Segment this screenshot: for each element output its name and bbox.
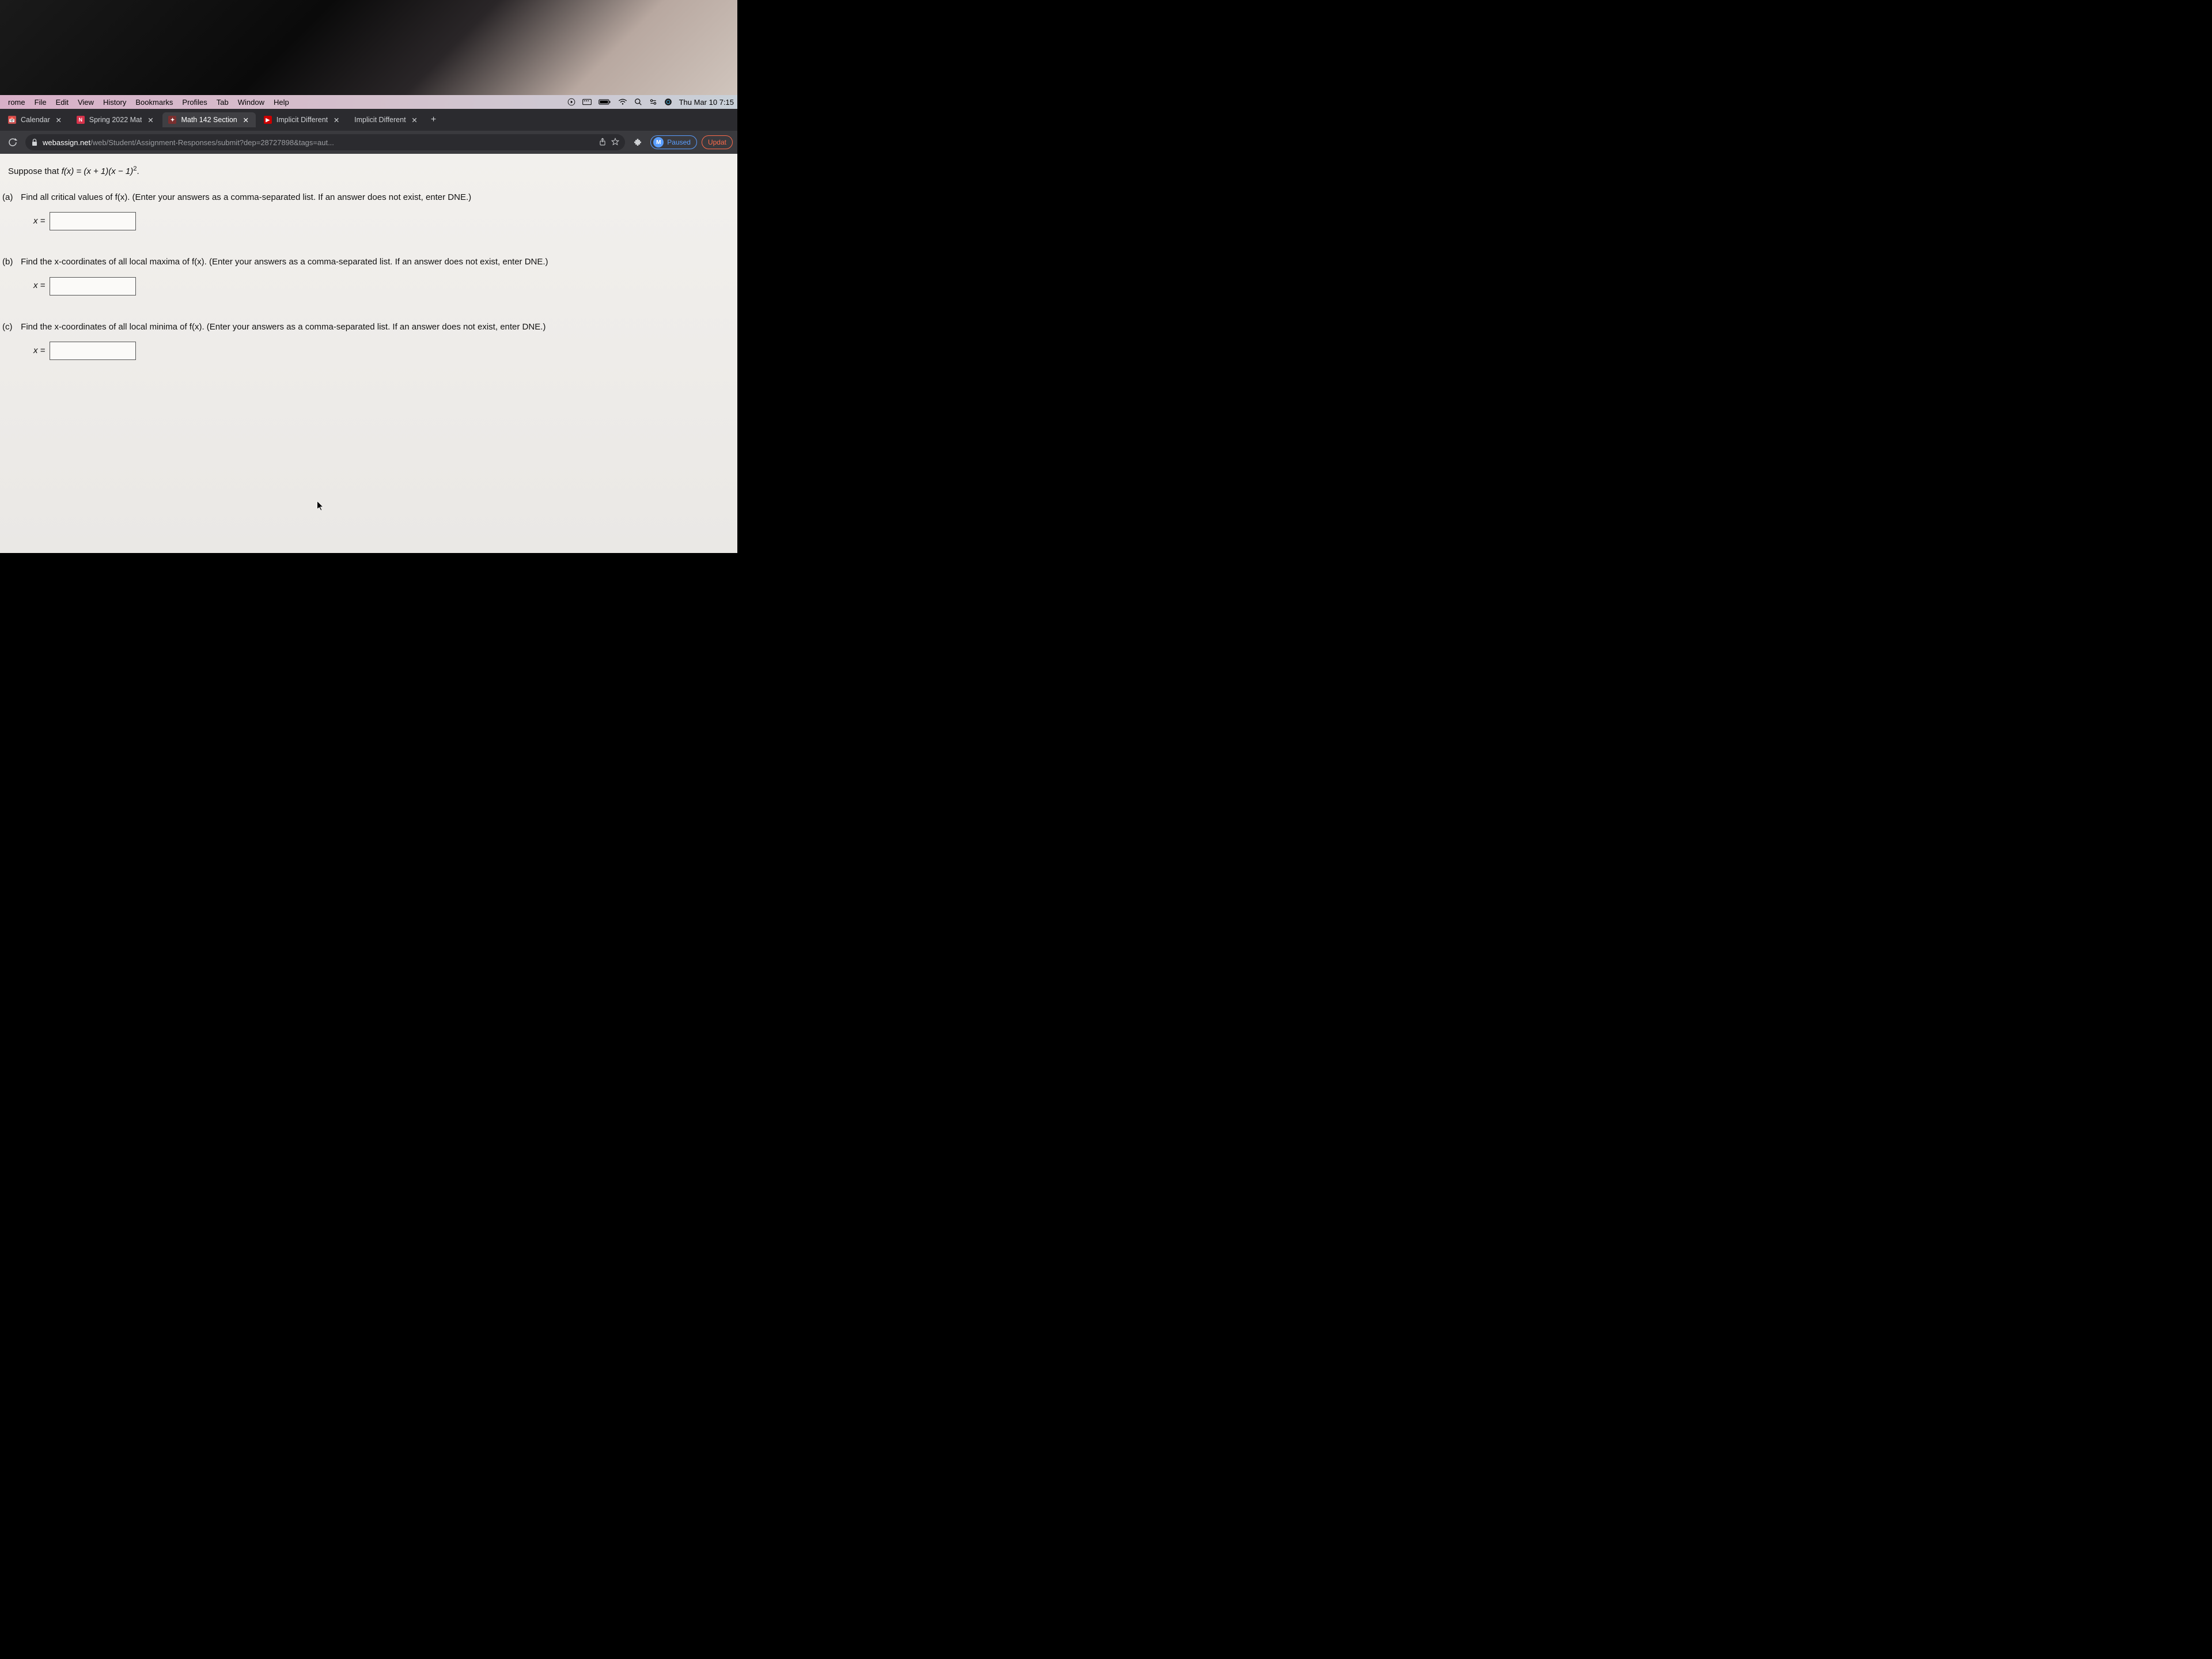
lock-icon bbox=[31, 138, 38, 146]
tab-close-icon[interactable]: ✕ bbox=[242, 116, 250, 124]
url-text: webassign.net/web/Student/Assignment-Res… bbox=[43, 138, 594, 147]
part-label: (b) bbox=[2, 256, 18, 269]
tab-spring-2022[interactable]: N Spring 2022 Mat ✕ bbox=[71, 112, 161, 127]
answer-input-c[interactable] bbox=[50, 342, 136, 360]
address-bar[interactable]: webassign.net/web/Student/Assignment-Res… bbox=[25, 134, 625, 150]
keyboard-input-icon[interactable] bbox=[579, 99, 595, 105]
battery-icon[interactable] bbox=[595, 99, 615, 105]
question-part-a: (a) Find all critical values of f(x). (E… bbox=[8, 191, 729, 231]
tab-close-icon[interactable]: ✕ bbox=[146, 116, 154, 124]
share-icon[interactable] bbox=[599, 138, 607, 147]
tab-title: Math 142 Section bbox=[181, 116, 237, 124]
tab-title: Implicit Different bbox=[354, 116, 406, 124]
answer-input-a[interactable] bbox=[50, 212, 136, 230]
tab-math-142[interactable]: ✦ Math 142 Section ✕ bbox=[162, 112, 255, 127]
part-label: (c) bbox=[2, 321, 18, 334]
menubar-profiles[interactable]: Profiles bbox=[177, 98, 211, 107]
profile-status: Paused bbox=[667, 138, 691, 146]
tab-title: Calendar bbox=[21, 116, 50, 124]
siri-icon[interactable] bbox=[661, 98, 676, 106]
question-part-b: (b) Find the x-coordinates of all local … bbox=[8, 256, 729, 296]
reload-button[interactable] bbox=[5, 134, 21, 150]
menubar-help[interactable]: Help bbox=[269, 98, 294, 107]
new-tab-button[interactable]: + bbox=[427, 113, 441, 127]
page-content: Suppose that f(x) = (x + 1)(x − 1)2. (a)… bbox=[0, 154, 737, 553]
favicon-calendar-icon: 📅 bbox=[8, 116, 16, 124]
tab-close-icon[interactable]: ✕ bbox=[332, 116, 340, 124]
tab-calendar[interactable]: 📅 Calendar ✕ bbox=[2, 112, 69, 127]
menubar-file[interactable]: File bbox=[30, 98, 51, 107]
profile-chip[interactable]: M Paused bbox=[650, 135, 697, 149]
now-playing-icon[interactable] bbox=[564, 98, 579, 106]
question-intro: Suppose that f(x) = (x + 1)(x − 1)2. bbox=[8, 164, 729, 179]
menubar-edit[interactable]: Edit bbox=[51, 98, 73, 107]
favicon-webassign-icon: ✦ bbox=[168, 116, 176, 124]
question-part-c: (c) Find the x-coordinates of all local … bbox=[8, 321, 729, 361]
tab-close-icon[interactable]: ✕ bbox=[411, 116, 419, 124]
profile-avatar: M bbox=[653, 137, 664, 147]
part-text: Find the x-coordinates of all local mini… bbox=[21, 322, 546, 332]
answer-label: x = bbox=[33, 344, 45, 358]
mouse-cursor-icon bbox=[317, 501, 325, 512]
part-text: Find all critical values of f(x). (Enter… bbox=[21, 192, 471, 202]
tab-close-icon[interactable]: ✕ bbox=[55, 116, 63, 124]
answer-label: x = bbox=[33, 279, 45, 293]
part-text: Find the x-coordinates of all local maxi… bbox=[21, 257, 548, 267]
favicon-n-icon: N bbox=[77, 116, 85, 124]
spotlight-icon[interactable] bbox=[631, 98, 646, 106]
menubar-view[interactable]: View bbox=[73, 98, 99, 107]
menubar-tab[interactable]: Tab bbox=[212, 98, 233, 107]
menubar-bookmarks[interactable]: Bookmarks bbox=[131, 98, 177, 107]
part-label: (a) bbox=[2, 191, 18, 204]
bookmark-star-icon[interactable] bbox=[611, 138, 619, 147]
wifi-icon[interactable] bbox=[615, 99, 631, 105]
browser-toolbar: webassign.net/web/Student/Assignment-Res… bbox=[0, 131, 737, 154]
menubar-history[interactable]: History bbox=[99, 98, 131, 107]
macos-menubar: rome File Edit View History Bookmarks Pr… bbox=[0, 95, 737, 109]
browser-tabstrip: 📅 Calendar ✕ N Spring 2022 Mat ✕ ✦ Math … bbox=[0, 109, 737, 131]
menubar-window[interactable]: Window bbox=[233, 98, 269, 107]
tab-title: Spring 2022 Mat bbox=[89, 116, 142, 124]
extensions-icon[interactable] bbox=[630, 134, 646, 150]
answer-label: x = bbox=[33, 215, 45, 228]
menubar-clock[interactable]: Thu Mar 10 7:15 bbox=[676, 98, 734, 107]
menubar-app-name[interactable]: rome bbox=[3, 98, 30, 107]
control-center-icon[interactable] bbox=[646, 98, 661, 106]
tab-implicit-differentiation-2[interactable]: Implicit Different ✕ bbox=[349, 112, 424, 127]
desktop-background bbox=[0, 0, 737, 95]
tab-title: Implicit Different bbox=[276, 116, 328, 124]
answer-input-b[interactable] bbox=[50, 277, 136, 296]
tab-implicit-differentiation-1[interactable]: ▶ Implicit Different ✕ bbox=[258, 112, 346, 127]
favicon-youtube-icon: ▶ bbox=[264, 116, 272, 124]
update-button[interactable]: Updat bbox=[702, 135, 733, 149]
